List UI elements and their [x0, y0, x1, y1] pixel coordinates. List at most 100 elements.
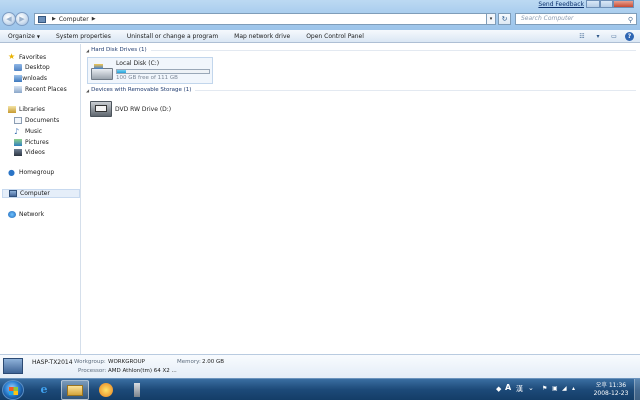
- nav-pictures[interactable]: Pictures: [14, 139, 49, 146]
- recent-places-icon: [14, 86, 22, 93]
- nav-downloads[interactable]: Downloads: [14, 75, 47, 82]
- taskbar: e ◆ A 漢 ⌄ ⚑ ▣ ◢ ▴ 오후 11:36 2008-12-23: [0, 378, 640, 400]
- libraries-icon: [8, 106, 16, 113]
- internet-explorer-icon: e: [40, 383, 48, 396]
- address-bar[interactable]: ▶ Computer ▶: [34, 13, 495, 25]
- close-button[interactable]: [613, 0, 635, 8]
- maximize-button[interactable]: [599, 0, 614, 8]
- music-icon: ♪: [14, 127, 20, 136]
- taskbar-tool-app[interactable]: [123, 380, 151, 400]
- send-feedback-link[interactable]: Send Feedback: [538, 1, 584, 8]
- organize-menu[interactable]: Organize ▼: [0, 33, 48, 40]
- nav-computer[interactable]: Computer: [2, 189, 80, 198]
- map-network-drive-button[interactable]: Map network drive: [226, 33, 298, 40]
- help-icon[interactable]: ?: [625, 32, 634, 41]
- videos-icon: [14, 149, 22, 156]
- documents-icon: [14, 117, 22, 124]
- drive-local-disk-c[interactable]: Local Disk (C:) 100 GB free of 111 GB: [87, 57, 213, 84]
- nav-favorites[interactable]: ★ Favorites: [8, 53, 46, 61]
- chevron-right-icon[interactable]: ▶: [92, 16, 96, 22]
- group-header-hard-disk-drives[interactable]: ◢ Hard Disk Drives (1): [86, 47, 636, 53]
- caption-buttons: [586, 0, 635, 8]
- ime-hanja-indicator[interactable]: 漢: [516, 384, 523, 394]
- nav-music[interactable]: ♪ Music: [14, 127, 42, 136]
- drive-dvd-rw-d[interactable]: DVD RW Drive (D:): [87, 98, 213, 122]
- breadcrumb-computer[interactable]: Computer: [59, 16, 89, 23]
- drive-name: Local Disk (C:): [116, 60, 160, 67]
- start-button[interactable]: [2, 380, 24, 400]
- nav-label: Homegroup: [19, 169, 55, 176]
- view-options-chevron-icon[interactable]: ▾: [593, 33, 603, 41]
- computer-icon: [3, 358, 23, 374]
- show-desktop-button[interactable]: [634, 379, 640, 400]
- volume-icon[interactable]: ◢: [562, 385, 567, 392]
- windows-logo-icon: [9, 391, 18, 395]
- nav-videos[interactable]: Videos: [14, 149, 45, 156]
- nav-recent-places[interactable]: Recent Places: [14, 86, 67, 93]
- memory-value: 2.00 GB: [202, 359, 225, 365]
- collapse-icon[interactable]: ◢: [86, 48, 89, 53]
- nav-libraries[interactable]: Libraries: [8, 106, 45, 113]
- address-history-dropdown[interactable]: ▾: [486, 13, 496, 25]
- language-indicator[interactable]: A: [505, 383, 511, 392]
- nav-desktop[interactable]: Desktop: [14, 64, 50, 71]
- nav-label: Videos: [25, 149, 45, 156]
- downloads-icon: [14, 75, 22, 82]
- forward-button[interactable]: ▶: [15, 12, 29, 26]
- taskbar-internet-explorer[interactable]: e: [30, 380, 58, 400]
- processor-label: Processor:: [78, 368, 107, 374]
- back-button[interactable]: ◀: [2, 12, 16, 26]
- group-divider: [195, 89, 636, 91]
- network-icon: [8, 211, 16, 218]
- navigation-pane: ★ Favorites Desktop Downloads Recent Plac…: [0, 44, 81, 354]
- ime-options-icon[interactable]: ⌄: [528, 384, 534, 392]
- search-placeholder: Search Computer: [521, 15, 574, 22]
- nav-label: Pictures: [25, 139, 49, 146]
- tray-expand-icon[interactable]: ▴: [572, 385, 575, 392]
- nav-label: Libraries: [19, 106, 45, 113]
- taskbar-media-player[interactable]: [92, 380, 120, 400]
- command-bar: Organize ▼ System properties Uninstall or…: [0, 30, 640, 43]
- hard-disk-icon: [91, 64, 113, 80]
- preview-pane-icon[interactable]: ▭: [609, 33, 619, 41]
- chevron-right-icon[interactable]: ▶: [52, 16, 56, 22]
- network-status-icon[interactable]: ▣: [552, 385, 558, 392]
- group-divider: [150, 49, 636, 51]
- nav-network[interactable]: Network: [8, 211, 44, 218]
- nav-label: Favorites: [19, 53, 47, 61]
- group-header-removable-storage[interactable]: ◢ Devices with Removable Storage (1): [86, 87, 636, 93]
- taskbar-windows-explorer[interactable]: [61, 380, 89, 400]
- details-pane: HASP-TX2014 Workgroup: WORKGROUP Memory:…: [0, 354, 640, 378]
- search-input[interactable]: Search Computer ⚲: [515, 13, 637, 25]
- minimize-button[interactable]: [586, 0, 600, 8]
- drive-info: Local Disk (C:) 100 GB free of 111 GB: [116, 58, 210, 83]
- open-control-panel-button[interactable]: Open Control Panel: [298, 33, 372, 40]
- search-icon[interactable]: ⚲: [628, 15, 633, 25]
- homegroup-icon: ●: [8, 168, 15, 177]
- nav-label: Network: [19, 211, 45, 218]
- pictures-icon: [14, 139, 22, 146]
- window-frame: Send Feedback ◀ ▶ ▶ Computer ▶ ▾ ↻ Searc…: [0, 0, 640, 30]
- clock[interactable]: 오후 11:36 2008-12-23: [591, 382, 631, 398]
- collapse-icon[interactable]: ◢: [86, 88, 89, 93]
- nav-label: Recent Places: [25, 86, 67, 93]
- system-properties-button[interactable]: System properties: [48, 33, 119, 40]
- disk-usage-bar: [116, 69, 210, 74]
- nav-label: Documents: [25, 117, 60, 124]
- nav-label: Computer: [20, 190, 50, 197]
- clock-date: 2008-12-23: [593, 390, 629, 397]
- action-center-flag-icon[interactable]: ⚑: [542, 385, 547, 392]
- processor-value: AMD Athlon(tm) 64 X2 ...: [108, 368, 177, 374]
- change-view-icon[interactable]: ☷: [577, 33, 587, 41]
- workgroup-value: WORKGROUP: [108, 359, 145, 365]
- clock-time: 오후 11:36: [595, 382, 627, 389]
- media-player-icon: [99, 383, 113, 397]
- nav-homegroup[interactable]: ● Homegroup: [8, 168, 55, 177]
- group-label: Devices with Removable Storage (1): [91, 87, 192, 93]
- disk-usage-fill: [117, 70, 127, 73]
- nav-documents[interactable]: Documents: [14, 117, 59, 124]
- uninstall-program-button[interactable]: Uninstall or change a program: [119, 33, 226, 40]
- refresh-button[interactable]: ↻: [498, 13, 511, 25]
- ime-status-icon[interactable]: ◆: [496, 385, 501, 393]
- chevron-down-icon: ▼: [36, 33, 40, 39]
